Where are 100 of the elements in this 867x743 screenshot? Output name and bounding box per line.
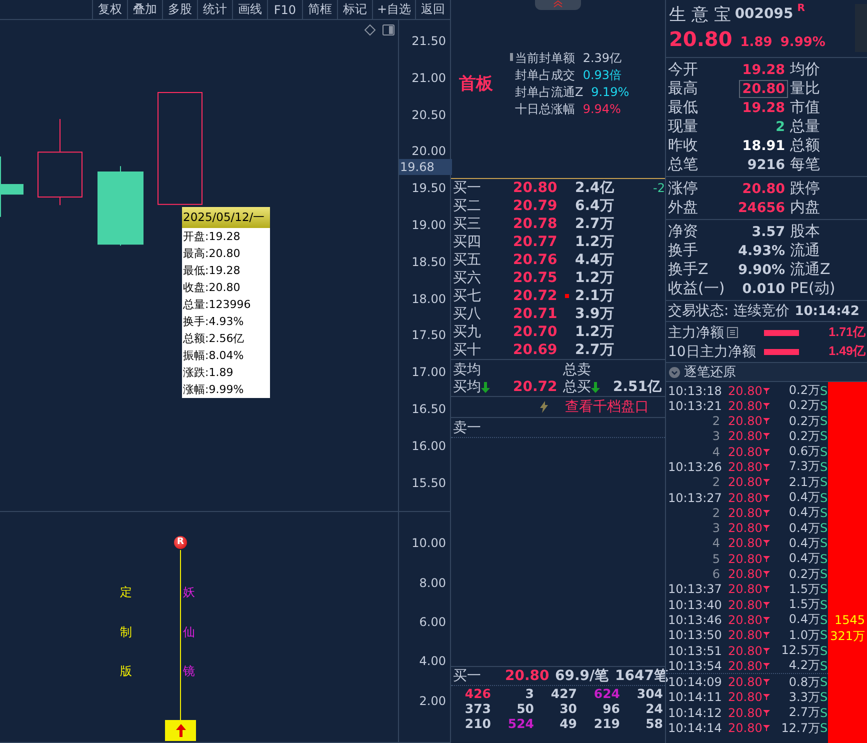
quote-label: 总量 <box>789 117 821 136</box>
toolbar-button[interactable]: 统计 <box>196 0 232 19</box>
tick-price: 20.80 <box>728 706 762 720</box>
tick-side: S <box>820 690 828 704</box>
quote-label: 换手 <box>668 241 699 260</box>
axis-label: 8.00 <box>419 576 446 590</box>
tick-price: 20.80 <box>728 398 762 413</box>
tooltip-line: 总额:2.56亿 <box>182 331 246 347</box>
queue-cell-text: 219 <box>592 716 621 731</box>
tick-time: 6 <box>711 567 721 582</box>
tick-time: 4 <box>711 536 721 550</box>
quote-label: 跌停 <box>789 179 821 198</box>
tick-price: 20.80 <box>728 490 762 505</box>
bid-volume: 2.4亿 <box>575 179 615 197</box>
triangle-marker-icon <box>763 586 770 592</box>
tick-volume: 0.4万 <box>788 611 820 628</box>
chevron-down-icon[interactable] <box>669 366 680 378</box>
toolbar-button[interactable]: 标记 <box>336 0 372 19</box>
panel-toggle-icon[interactable] <box>382 24 394 36</box>
triangle-marker-icon <box>763 479 770 486</box>
queue-cell-text: 30 <box>558 701 578 716</box>
toolbar-button[interactable]: 多股 <box>162 0 197 19</box>
tick-volume: 12.7万 <box>780 720 820 737</box>
triangle-marker-icon <box>763 694 770 700</box>
tick-volume: 1.5万 <box>788 596 820 614</box>
toolbar-button[interactable]: 返回 <box>415 0 450 19</box>
volume-amount: 321万 <box>830 628 865 644</box>
pin-icon <box>510 52 513 60</box>
quote-value: 18.91 <box>741 136 786 154</box>
toolbar-button[interactable]: +自选 <box>372 0 415 19</box>
axis-label: 17.50 <box>412 328 446 342</box>
bid-price: 20.76 <box>513 252 558 268</box>
bid-volume: 1.2万 <box>575 233 615 251</box>
toolbar-button[interactable]: 画线 <box>232 0 267 19</box>
quote-label: 换手Z <box>668 260 710 279</box>
tooltip-line: 总量:123996 <box>182 297 252 313</box>
queue-cell-text: 49 <box>558 716 578 731</box>
volume-count: 1545 <box>834 612 865 628</box>
tick-time: 10:13:21 <box>668 398 723 413</box>
toolbar-button[interactable]: 简框 <box>302 0 337 19</box>
tick-price: 20.80 <box>728 506 762 520</box>
triangle-marker-icon <box>763 710 770 716</box>
down-arrow-icon <box>591 382 600 392</box>
queue-cell-text: 3 <box>524 686 535 701</box>
quote-label: 流通 <box>789 241 821 260</box>
status-time: 10:14:42 <box>794 304 860 318</box>
axis-label: 18.00 <box>412 292 446 306</box>
tick-volume: 1.0万 <box>788 626 820 644</box>
quote-label: 均价 <box>789 60 821 79</box>
triangle-marker-icon <box>763 602 770 608</box>
axis-label: 4.00 <box>419 654 446 668</box>
tick-time: 10:14:09 <box>668 675 723 690</box>
up-arrow-icon <box>176 724 186 738</box>
board-title: 首板 <box>459 72 493 94</box>
bid-price: 20.71 <box>513 306 558 322</box>
toolbar-button[interactable]: F10 <box>266 0 302 19</box>
flow-value: 1.71亿 <box>828 324 866 341</box>
total-sell-label: 总卖 <box>563 361 592 379</box>
status-label: 交易状态: <box>668 302 729 320</box>
bid-price: 20.80 <box>513 180 558 196</box>
queue-price: 20.80 <box>505 668 550 684</box>
stock-name: 生 意 宝 <box>669 4 731 26</box>
bid-label: 买四 <box>453 233 482 251</box>
triangle-marker-icon <box>763 494 770 501</box>
axis-label: 21.50 <box>412 34 446 48</box>
bid-volume: 2.7万 <box>575 215 615 233</box>
quote-label: 最高 <box>668 79 699 98</box>
quote-label: 总笔 <box>668 155 699 174</box>
bid-label: 买九 <box>453 323 482 341</box>
collapse-handle[interactable] <box>535 0 581 10</box>
queue-cell-text: 426 <box>464 686 492 701</box>
triangle-marker-icon <box>763 662 770 669</box>
triangle-marker-icon <box>763 679 770 686</box>
tick-time: 10:13:37 <box>668 582 723 596</box>
tick-time: 10:13:40 <box>668 598 723 612</box>
label-character: 妖 <box>183 584 195 602</box>
tick-volume: 2.7万 <box>788 704 820 722</box>
tick-time: 5 <box>711 552 721 566</box>
quote-label: 最低 <box>668 98 699 117</box>
tick-price: 20.80 <box>728 384 762 398</box>
toolbar-button[interactable]: 复权 <box>92 0 127 19</box>
tick-side: S <box>820 706 828 720</box>
quote-value: 9216 <box>746 156 786 174</box>
tick-volume: 3.3万 <box>788 688 820 706</box>
depth-link[interactable]: 查看千档盘口 <box>565 398 649 416</box>
diamond-icon[interactable] <box>364 24 376 36</box>
tick-price: 20.80 <box>728 521 762 536</box>
tick-time: 10:13:26 <box>668 460 723 474</box>
tick-side: S <box>820 506 828 520</box>
label-character: 制 <box>120 624 132 642</box>
quote-label: PE(动) <box>789 279 836 298</box>
list-icon[interactable] <box>727 327 738 338</box>
bid-label: 买二 <box>453 197 482 215</box>
toolbar-button[interactable]: 叠加 <box>126 0 162 19</box>
quote-value: 24656 <box>737 198 786 216</box>
queue-per-order: 69.9/笔 <box>555 667 610 685</box>
queue-cell-text: 427 <box>550 686 578 701</box>
tick-side: S <box>820 384 828 398</box>
tick-time: 10:14:12 <box>668 706 723 720</box>
quote-label: 总额 <box>789 136 821 155</box>
